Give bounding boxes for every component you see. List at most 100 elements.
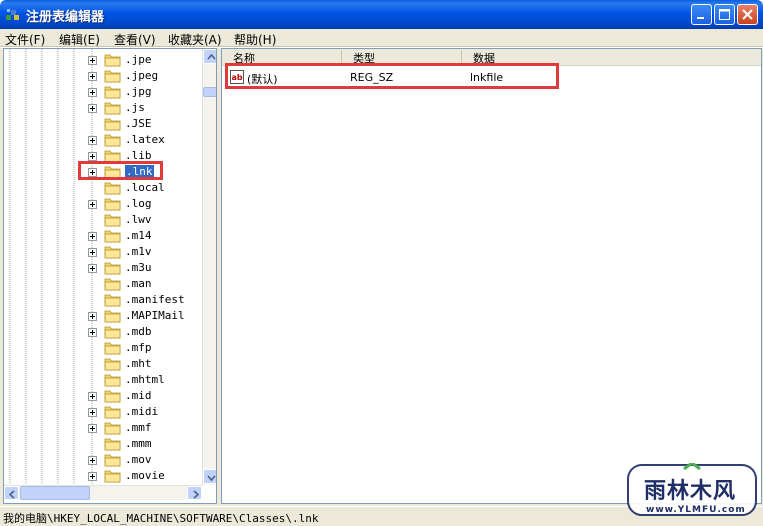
tree-item[interactable]: .mfp (4, 340, 204, 356)
registry-tree[interactable]: .jpe .jpeg .jpg .js .JSE .latex .lib .lnk .local… (3, 48, 217, 504)
expand-icon[interactable] (88, 136, 97, 145)
string-value-icon: ab (230, 70, 244, 84)
expand-icon[interactable] (88, 88, 97, 97)
expand-icon[interactable] (88, 392, 97, 401)
expand-icon[interactable] (88, 312, 97, 321)
maximize-button[interactable] (714, 4, 735, 25)
expand-icon[interactable] (88, 168, 97, 177)
expand-icon[interactable] (88, 424, 97, 433)
scroll-right-button[interactable] (187, 486, 202, 500)
tree-item[interactable]: .lwv (4, 212, 204, 228)
menu-edit[interactable]: 编辑(E) (59, 31, 100, 48)
menu-help[interactable]: 帮助(H) (234, 31, 276, 48)
tree-item[interactable]: .MAPIMail (4, 308, 204, 324)
folder-icon (104, 150, 121, 163)
tree-item-label: .jpg (125, 85, 152, 98)
tree-item-label: .latex (125, 133, 165, 146)
list-header: 名称 类型 数据 (222, 49, 761, 66)
close-icon (742, 9, 753, 20)
tree-item[interactable]: .m3u (4, 260, 204, 276)
expand-icon[interactable] (88, 248, 97, 257)
scroll-up-button[interactable] (203, 49, 216, 64)
tree-item-label: .mht (125, 357, 152, 370)
values-list[interactable]: 名称 类型 数据 ab (默认) REG_SZ lnkfile (221, 48, 762, 504)
expand-icon[interactable] (88, 408, 97, 417)
tree-item-label: .m1v (125, 245, 152, 258)
tree-item[interactable]: .local (4, 180, 204, 196)
window-title: 注册表编辑器 (26, 10, 105, 25)
expand-icon[interactable] (88, 456, 97, 465)
tree-item[interactable]: .JSE (4, 116, 204, 132)
scroll-left-button[interactable] (4, 486, 19, 500)
expand-icon[interactable] (88, 56, 97, 65)
tree-item[interactable]: .jpg (4, 84, 204, 100)
scroll-down-button[interactable] (203, 469, 216, 484)
tree-item-label: .MAPIMail (125, 309, 185, 322)
tree-item[interactable]: .mid (4, 388, 204, 404)
arrow-right-icon (193, 490, 200, 499)
tree-item[interactable]: .jpeg (4, 68, 204, 84)
expand-icon[interactable] (88, 72, 97, 81)
column-header-type[interactable]: 类型 (342, 50, 462, 65)
folder-icon (104, 326, 121, 339)
tree-item[interactable]: .lnk (4, 164, 204, 180)
expand-icon[interactable] (88, 200, 97, 209)
minimize-button[interactable] (691, 4, 712, 25)
tree-item[interactable]: .js (4, 100, 204, 116)
tree-item[interactable]: .lib (4, 148, 204, 164)
tree-item[interactable]: .mht (4, 356, 204, 372)
tree-item-label: .mfp (125, 341, 152, 354)
arrow-left-icon (8, 490, 15, 499)
tree-horizontal-scrollbar[interactable] (4, 485, 202, 500)
tree-item-label: .mmf (125, 421, 152, 434)
tree-item[interactable]: .movie (4, 468, 204, 484)
tree-item[interactable]: .mmf (4, 420, 204, 436)
tree-item-label: .m14 (125, 229, 152, 242)
list-row[interactable]: ab (默认) REG_SZ lnkfile (222, 69, 761, 86)
tree-item[interactable]: .manifest (4, 292, 204, 308)
folder-icon (104, 182, 121, 195)
expand-icon[interactable] (88, 264, 97, 273)
folder-icon (104, 262, 121, 275)
folder-icon (104, 358, 121, 371)
value-data: lnkfile (470, 71, 504, 84)
tree-item[interactable]: .mhtml (4, 372, 204, 388)
menu-bar: 文件(F) 编辑(E) 查看(V) 收藏夹(A) 帮助(H) (0, 29, 763, 47)
menu-favorites[interactable]: 收藏夹(A) (168, 31, 222, 48)
horizontal-scroll-thumb[interactable] (20, 486, 90, 500)
folder-icon (104, 198, 121, 211)
tree-item[interactable]: .midi (4, 404, 204, 420)
tree-item[interactable]: .man (4, 276, 204, 292)
menu-file[interactable]: 文件(F) (5, 31, 45, 48)
tree-item[interactable]: .mmm (4, 436, 204, 452)
tree-item[interactable]: .m1v (4, 244, 204, 260)
tree-item-label: .lib (125, 149, 152, 162)
tree-item-label: .movie (125, 469, 165, 482)
tree-item-label: .JSE (125, 117, 152, 130)
tree-item[interactable]: .log (4, 196, 204, 212)
folder-icon (104, 214, 121, 227)
menu-view[interactable]: 查看(V) (114, 31, 156, 48)
column-header-data[interactable]: 数据 (462, 50, 761, 65)
tree-item-label: .m3u (125, 261, 152, 274)
tree-item[interactable]: .mov (4, 452, 204, 468)
expand-icon[interactable] (88, 104, 97, 113)
expand-icon[interactable] (88, 472, 97, 481)
folder-icon (104, 390, 121, 403)
expand-icon[interactable] (88, 232, 97, 241)
tree-item[interactable]: .m14 (4, 228, 204, 244)
tree-item-label: .mmm (125, 437, 152, 450)
scroll-thumb[interactable] (203, 87, 216, 97)
column-header-name[interactable]: 名称 (222, 50, 342, 65)
tree-item[interactable]: .jpe (4, 52, 204, 68)
tree-vertical-scrollbar[interactable] (202, 49, 216, 485)
watermark-url: www.YLMFU.com (646, 505, 746, 515)
tree-item-label: .jpeg (125, 69, 159, 82)
tree-item[interactable]: .mdb (4, 324, 204, 340)
tree-item[interactable]: .latex (4, 132, 204, 148)
maximize-icon (719, 9, 730, 20)
title-bar[interactable]: 注册表编辑器 (0, 0, 763, 29)
expand-icon[interactable] (88, 152, 97, 161)
close-button[interactable] (737, 4, 758, 25)
expand-icon[interactable] (88, 328, 97, 337)
